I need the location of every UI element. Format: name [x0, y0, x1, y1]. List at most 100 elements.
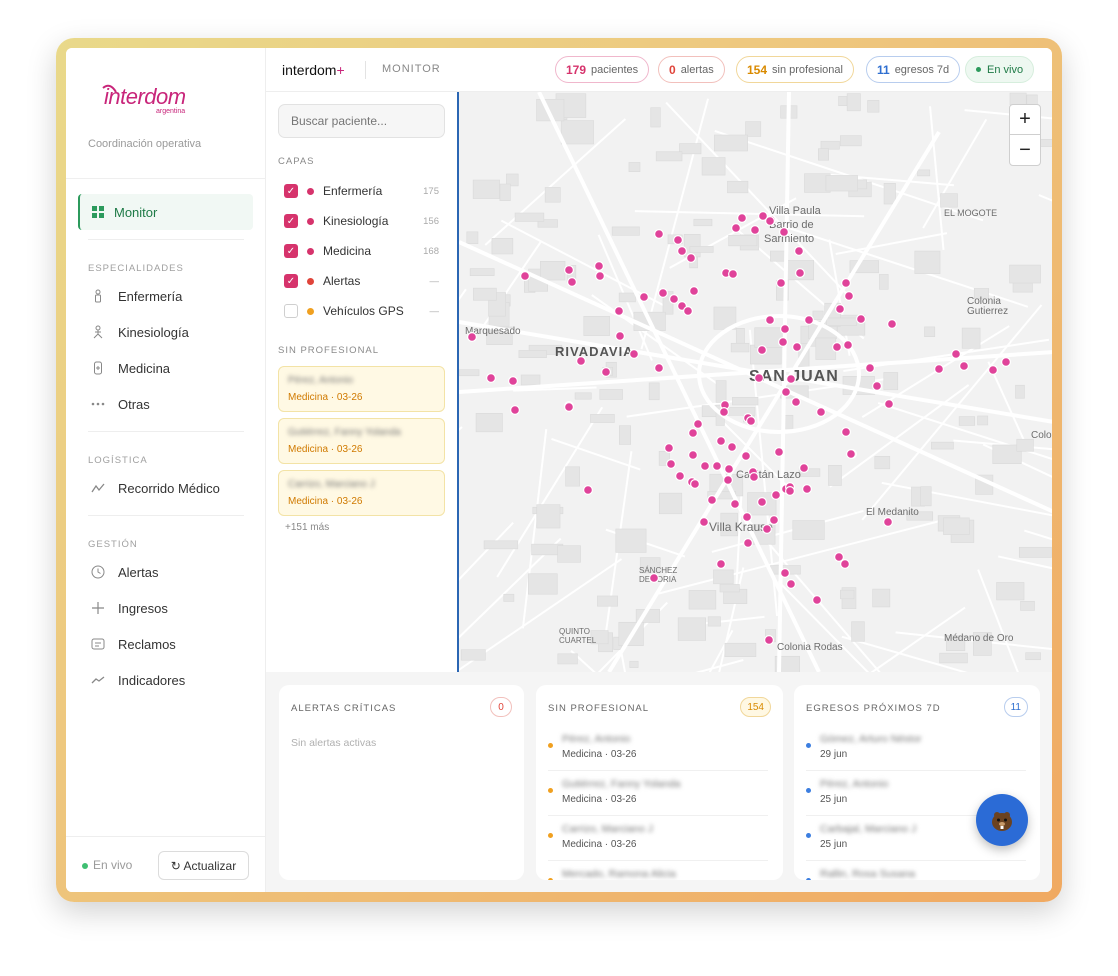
patient-marker[interactable] — [658, 288, 669, 299]
patient-marker[interactable] — [690, 479, 701, 490]
zoom-out-button[interactable]: − — [1010, 135, 1040, 165]
patient-marker[interactable] — [791, 397, 802, 408]
patient-marker[interactable] — [934, 364, 945, 375]
patient-marker[interactable] — [1000, 357, 1011, 368]
sidebar-item-enfermeria[interactable]: Enfermería — [90, 288, 182, 304]
patient-marker[interactable] — [688, 450, 699, 461]
patient-marker[interactable] — [762, 524, 773, 535]
patient-marker[interactable] — [719, 407, 730, 418]
patient-marker[interactable] — [712, 461, 723, 472]
list-item[interactable]: Carrizo, Marciano J Medicina · 03-26 — [548, 817, 768, 861]
patient-marker[interactable] — [802, 484, 813, 495]
layer-checkbox[interactable]: ✓ — [284, 244, 298, 258]
patient-marker[interactable] — [843, 340, 854, 351]
patient-marker[interactable] — [666, 459, 677, 470]
patient-marker[interactable] — [987, 365, 998, 376]
patient-marker[interactable] — [754, 373, 765, 384]
patient-marker[interactable] — [832, 342, 843, 353]
patient-marker[interactable] — [865, 363, 876, 374]
patient-marker[interactable] — [781, 387, 792, 398]
patient-marker[interactable] — [856, 314, 867, 325]
patient-marker[interactable] — [689, 286, 700, 297]
patient-marker[interactable] — [688, 428, 699, 439]
layer-checkbox[interactable]: ✓ — [284, 214, 298, 228]
patient-marker[interactable] — [737, 212, 748, 223]
patient-marker[interactable] — [654, 363, 665, 374]
patient-marker[interactable] — [750, 225, 761, 236]
patient-marker[interactable] — [835, 304, 846, 315]
patient-marker[interactable] — [519, 271, 530, 282]
patient-marker[interactable] — [507, 376, 518, 387]
patient-marker[interactable] — [799, 463, 810, 474]
patient-marker[interactable] — [769, 515, 780, 526]
map-canvas[interactable]: Villa PaulaBarrio deSarmientoEL MOGOTECo… — [459, 92, 1052, 672]
patient-marker[interactable] — [673, 235, 684, 246]
patient-marker[interactable] — [841, 278, 852, 289]
patient-marker[interactable] — [812, 595, 823, 606]
assistant-fab[interactable] — [976, 794, 1028, 846]
patient-marker[interactable] — [669, 294, 680, 305]
patient-marker[interactable] — [786, 374, 797, 385]
list-item[interactable]: Gutiérrez, Fanny Yolanda Medicina · 03-26 — [548, 772, 768, 816]
list-item[interactable]: Mercado, Ramona Alicia — [548, 862, 768, 880]
patient-marker[interactable] — [683, 306, 694, 317]
patient-marker[interactable] — [840, 559, 851, 570]
patient-marker[interactable] — [675, 471, 686, 482]
layer-checkbox[interactable]: ✓ — [284, 274, 298, 288]
patient-marker[interactable] — [959, 361, 970, 372]
layer-toggle[interactable]: ✓ Enfermería 175 — [284, 182, 439, 200]
patient-marker[interactable] — [785, 486, 796, 497]
patient-marker[interactable] — [780, 324, 791, 335]
patient-marker[interactable] — [749, 472, 760, 483]
patient-marker[interactable] — [887, 319, 898, 330]
patient-marker[interactable] — [764, 634, 775, 645]
patient-marker[interactable] — [846, 449, 857, 460]
patient-marker[interactable] — [563, 265, 574, 276]
sidebar-item-kinesiologia[interactable]: Kinesiología — [90, 324, 189, 340]
patient-marker[interactable] — [566, 277, 577, 288]
patient-marker[interactable] — [615, 331, 626, 342]
patient-marker[interactable] — [794, 246, 805, 257]
patient-marker[interactable] — [742, 512, 753, 523]
map-view[interactable]: Villa Paula Barrio de Sarmiento EL MOGOTE Co… — [457, 92, 1052, 672]
patient-marker[interactable] — [844, 291, 855, 302]
patient-marker[interactable] — [467, 332, 478, 343]
patient-marker[interactable] — [677, 246, 688, 257]
patient-marker[interactable] — [563, 402, 574, 413]
sidebar-item-recorrido[interactable]: Recorrido Médico — [90, 480, 220, 496]
patient-marker[interactable] — [780, 568, 791, 579]
patient-marker[interactable] — [716, 559, 727, 570]
patient-marker[interactable] — [774, 447, 785, 458]
layer-checkbox[interactable]: ✓ — [284, 184, 298, 198]
patient-marker[interactable] — [649, 573, 660, 584]
search-input[interactable] — [278, 104, 445, 138]
more-link[interactable]: +151 más — [285, 522, 329, 533]
patient-marker[interactable] — [730, 499, 741, 510]
sidebar-item-otras[interactable]: Otras — [90, 396, 150, 412]
patient-marker[interactable] — [693, 419, 704, 430]
patient-marker[interactable] — [728, 269, 739, 280]
patient-marker[interactable] — [723, 475, 734, 486]
sidebar-item-reclamos[interactable]: Reclamos — [90, 636, 176, 652]
patient-marker[interactable] — [601, 367, 612, 378]
patient-marker[interactable] — [786, 579, 797, 590]
patient-marker[interactable] — [509, 405, 520, 416]
patient-marker[interactable] — [757, 497, 768, 508]
patient-marker[interactable] — [686, 253, 697, 264]
list-item[interactable]: Gómez, Arturo Néstor 29 jun — [806, 727, 1026, 771]
patient-marker[interactable] — [841, 427, 852, 438]
layer-toggle[interactable]: ✓ Kinesiología 156 — [284, 212, 439, 230]
patient-marker[interactable] — [743, 538, 754, 549]
patient-marker[interactable] — [629, 349, 640, 360]
patient-marker[interactable] — [816, 407, 827, 418]
list-item[interactable]: Rallin, Rosa Susana — [806, 862, 1026, 880]
stat-pill-discharges[interactable]: 11 egresos 7d — [866, 56, 961, 83]
patient-marker[interactable] — [699, 517, 710, 528]
patient-marker[interactable] — [700, 461, 711, 472]
sidebar-item-ingresos[interactable]: Ingresos — [90, 600, 168, 616]
patient-marker[interactable] — [741, 451, 752, 462]
patient-marker[interactable] — [595, 271, 606, 282]
patient-marker[interactable] — [884, 399, 895, 410]
patient-marker[interactable] — [575, 356, 586, 367]
stat-pill-patients[interactable]: 179 pacientes — [555, 56, 650, 83]
